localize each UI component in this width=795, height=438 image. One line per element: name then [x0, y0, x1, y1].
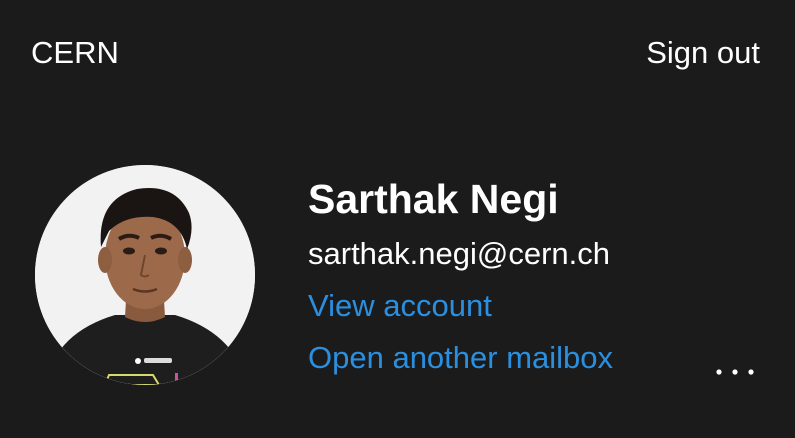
- user-email: sarthak.negi@cern.ch: [308, 236, 611, 271]
- avatar[interactable]: [35, 165, 255, 385]
- sign-out-button[interactable]: Sign out: [646, 35, 760, 71]
- user-name: Sarthak Negi: [308, 176, 559, 222]
- more-options-icon[interactable]: [714, 362, 756, 378]
- account-card: CERN Sign out Sarthak Negi sarthak.negi@…: [0, 0, 795, 438]
- account-info: Sarthak Negi sarthak.negi@cern.ch View a…: [308, 172, 613, 380]
- org-name: CERN: [31, 35, 119, 70]
- open-another-mailbox-link[interactable]: Open another mailbox: [308, 336, 613, 380]
- profile-photo: [35, 165, 255, 385]
- view-account-link[interactable]: View account: [308, 284, 613, 328]
